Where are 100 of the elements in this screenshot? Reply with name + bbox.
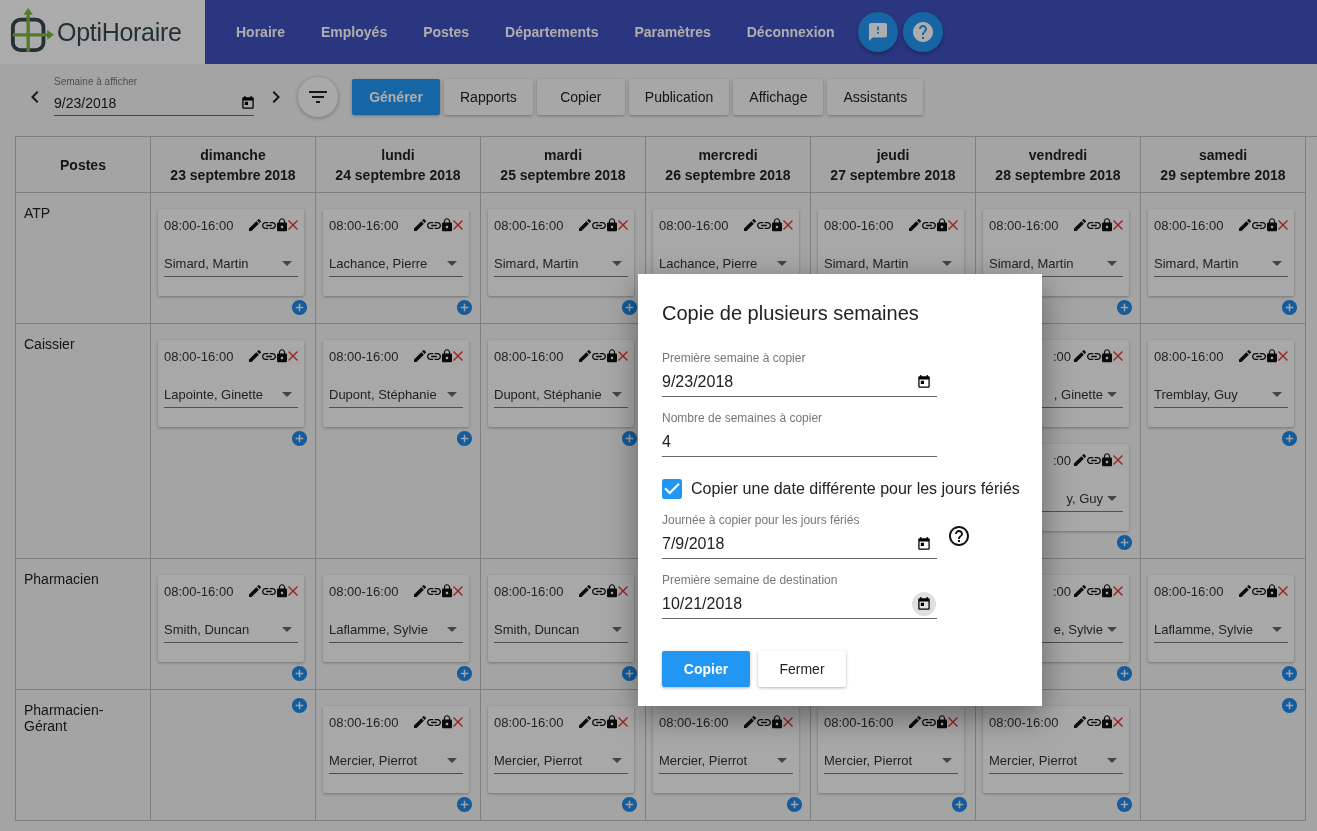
add-icon[interactable]: [1117, 300, 1132, 315]
link-icon[interactable]: [262, 352, 276, 360]
lock-icon[interactable]: [1267, 218, 1277, 232]
link-icon[interactable]: [1087, 456, 1101, 464]
checkbox[interactable]: [662, 479, 682, 499]
add-icon[interactable]: [457, 666, 472, 681]
link-icon[interactable]: [922, 718, 936, 726]
edit-icon[interactable]: [249, 585, 261, 597]
link-icon[interactable]: [757, 718, 771, 726]
lock-icon[interactable]: [277, 218, 287, 232]
add-icon[interactable]: [622, 300, 637, 315]
lock-icon[interactable]: [442, 584, 452, 598]
add-icon[interactable]: [292, 300, 307, 315]
link-icon[interactable]: [592, 718, 606, 726]
lock-icon[interactable]: [1102, 218, 1112, 232]
delete-icon[interactable]: [618, 351, 628, 361]
add-icon[interactable]: [787, 797, 802, 812]
add-icon[interactable]: [622, 431, 637, 446]
action-button[interactable]: Affichage: [733, 79, 824, 115]
action-button[interactable]: Rapports: [444, 79, 533, 115]
add-icon[interactable]: [1282, 431, 1297, 446]
date-field[interactable]: Première semaine à copier 9/23/2018: [662, 351, 937, 397]
edit-icon[interactable]: [579, 219, 591, 231]
add-icon[interactable]: [1282, 698, 1297, 713]
link-icon[interactable]: [1087, 221, 1101, 229]
link-icon[interactable]: [1252, 352, 1266, 360]
nav-link[interactable]: Horaire: [218, 24, 304, 40]
employee-select[interactable]: Mercier, Pierrot: [659, 748, 793, 774]
delete-icon[interactable]: [783, 717, 793, 727]
link-icon[interactable]: [262, 587, 276, 595]
add-icon[interactable]: [457, 797, 472, 812]
edit-icon[interactable]: [249, 350, 261, 362]
action-button[interactable]: Assistants: [827, 79, 924, 115]
lock-icon[interactable]: [772, 715, 782, 729]
add-icon[interactable]: [1117, 666, 1132, 681]
link-icon[interactable]: [922, 221, 936, 229]
add-icon[interactable]: [622, 666, 637, 681]
number-field[interactable]: Nombre de semaines à copier 4: [662, 411, 937, 457]
calendar-icon[interactable]: [918, 374, 930, 389]
employee-select[interactable]: Mercier, Pierrot: [494, 748, 628, 774]
lock-icon[interactable]: [277, 584, 287, 598]
edit-icon[interactable]: [249, 219, 261, 231]
edit-icon[interactable]: [414, 350, 426, 362]
link-icon[interactable]: [592, 352, 606, 360]
help-button[interactable]: [902, 12, 943, 52]
edit-icon[interactable]: [1239, 585, 1251, 597]
link-icon[interactable]: [1252, 221, 1266, 229]
link-icon[interactable]: [1087, 718, 1101, 726]
edit-icon[interactable]: [1239, 219, 1251, 231]
link-icon[interactable]: [427, 587, 441, 595]
edit-icon[interactable]: [909, 716, 921, 728]
calendar-icon[interactable]: [918, 596, 930, 611]
edit-icon[interactable]: [744, 716, 756, 728]
lock-icon[interactable]: [1102, 349, 1112, 363]
edit-icon[interactable]: [1074, 454, 1086, 466]
lock-icon[interactable]: [607, 584, 617, 598]
action-button[interactable]: Copier: [536, 79, 625, 115]
add-icon[interactable]: [457, 300, 472, 315]
employee-select[interactable]: Lachance, Pierre: [329, 251, 463, 277]
edit-icon[interactable]: [414, 219, 426, 231]
lock-icon[interactable]: [1267, 584, 1277, 598]
edit-icon[interactable]: [579, 350, 591, 362]
link-icon[interactable]: [757, 221, 771, 229]
link-icon[interactable]: [427, 718, 441, 726]
lock-icon[interactable]: [1102, 453, 1112, 467]
employee-select[interactable]: Mercier, Pierrot: [824, 748, 958, 774]
employee-select[interactable]: Smith, Duncan: [164, 617, 298, 643]
delete-icon[interactable]: [948, 717, 958, 727]
add-icon[interactable]: [622, 797, 637, 812]
add-icon[interactable]: [1282, 666, 1297, 681]
link-icon[interactable]: [427, 352, 441, 360]
edit-icon[interactable]: [414, 585, 426, 597]
add-icon[interactable]: [1117, 535, 1132, 550]
lock-icon[interactable]: [442, 349, 452, 363]
edit-icon[interactable]: [579, 716, 591, 728]
help-icon[interactable]: [949, 526, 969, 546]
feedback-button[interactable]: [857, 12, 898, 52]
link-icon[interactable]: [1087, 352, 1101, 360]
employee-select[interactable]: Mercier, Pierrot: [329, 748, 463, 774]
chevron-right-icon[interactable]: [272, 91, 280, 103]
edit-icon[interactable]: [1239, 350, 1251, 362]
chevron-left-icon[interactable]: [31, 91, 39, 103]
filter-button[interactable]: [298, 77, 338, 117]
delete-icon[interactable]: [618, 586, 628, 596]
week-field[interactable]: Semaine à afficher 9/23/2018: [54, 78, 254, 116]
date-field[interactable]: Première semaine de destination 10/21/2018: [662, 573, 937, 619]
lock-icon[interactable]: [277, 349, 287, 363]
lock-icon[interactable]: [937, 715, 947, 729]
calendar-icon[interactable]: [918, 536, 930, 551]
link-icon[interactable]: [592, 587, 606, 595]
lock-icon[interactable]: [607, 715, 617, 729]
add-icon[interactable]: [292, 666, 307, 681]
dialog-button[interactable]: Fermer: [758, 651, 846, 687]
employee-select[interactable]: Mercier, Pierrot: [989, 748, 1123, 774]
edit-icon[interactable]: [744, 219, 756, 231]
edit-icon[interactable]: [1074, 350, 1086, 362]
lock-icon[interactable]: [442, 715, 452, 729]
lock-icon[interactable]: [1102, 584, 1112, 598]
edit-icon[interactable]: [579, 585, 591, 597]
add-icon[interactable]: [292, 698, 307, 713]
